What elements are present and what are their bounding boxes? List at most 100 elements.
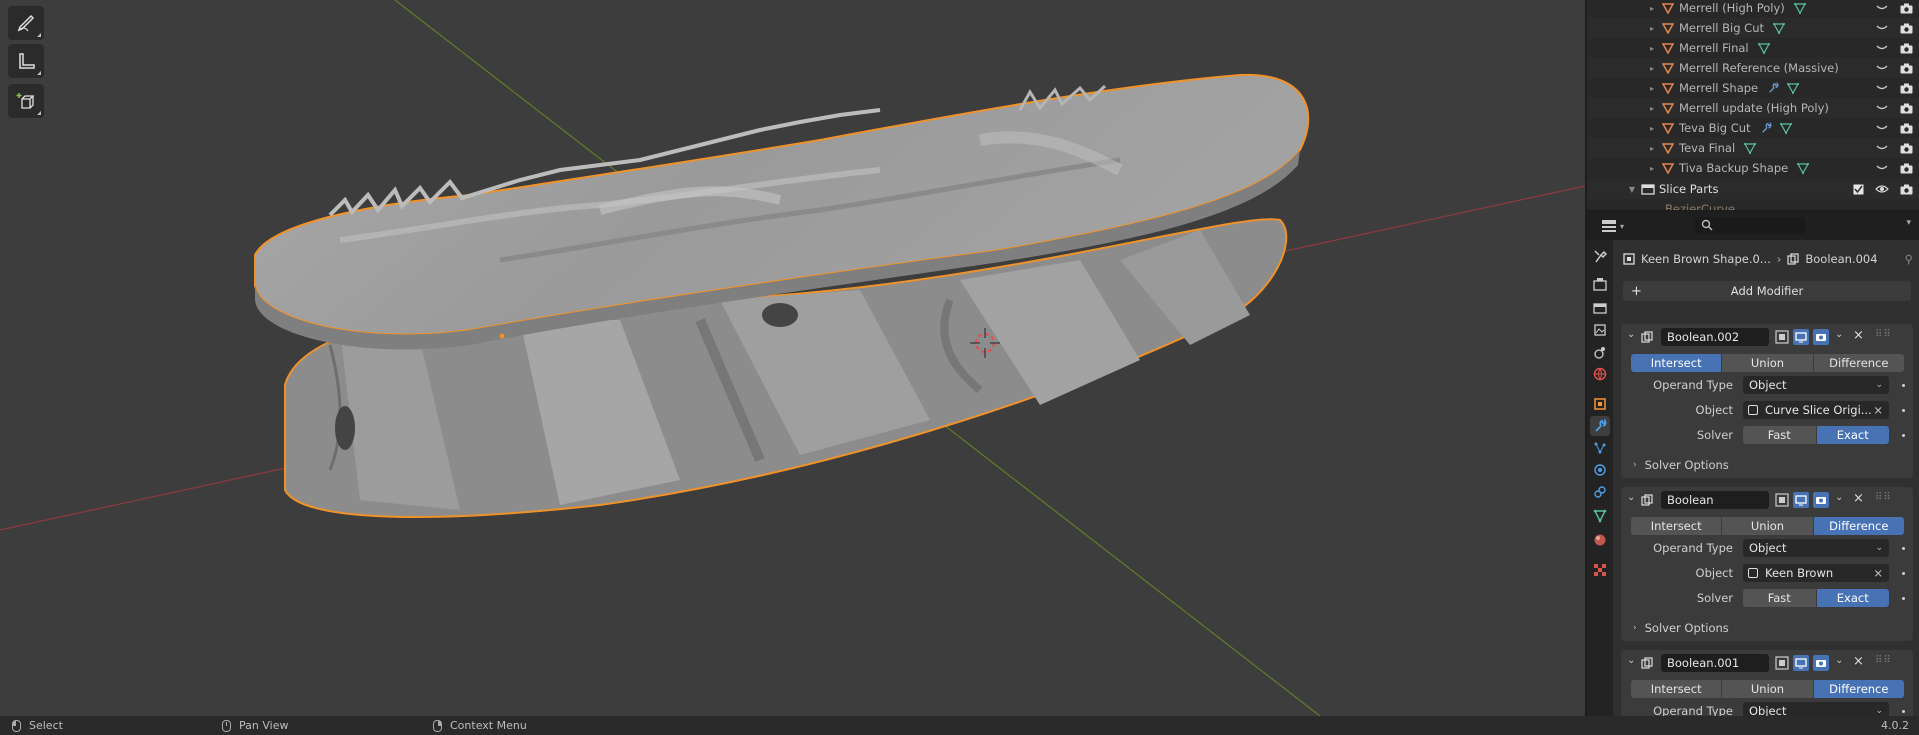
solver-options-subpanel[interactable]: › Solver Options — [1633, 458, 1729, 472]
wrench-icon[interactable] — [1759, 121, 1773, 135]
outliner-row-partial[interactable]: BezierCurve — [1587, 199, 1919, 210]
outliner-item-name[interactable]: BezierCurve — [1665, 202, 1735, 210]
properties-panel[interactable]: ▾ ▾ Keen Brown Shape.0... › Boolean.004 … — [1587, 212, 1919, 716]
scene-render[interactable] — [0, 0, 1585, 716]
camera-icon[interactable] — [1899, 61, 1913, 75]
outliner-item-name[interactable]: Merrell Shape — [1679, 81, 1758, 95]
modifier-name-input[interactable]: Boolean.001 — [1661, 654, 1769, 672]
render-camera-icon[interactable] — [1813, 492, 1829, 508]
add-modifier-button[interactable]: + Add Modifier — [1623, 281, 1911, 301]
expand-arrow-icon[interactable]: ▸ — [1647, 44, 1657, 53]
solver-fast-button[interactable]: Fast — [1743, 426, 1816, 444]
collapse-chevron-icon[interactable]: ⌄ — [1627, 329, 1635, 340]
mesh-icon[interactable] — [1757, 41, 1771, 55]
3d-viewport[interactable] — [0, 0, 1585, 716]
expand-arrow-icon[interactable]: ▸ — [1647, 84, 1657, 93]
eye-closed-icon[interactable] — [1875, 141, 1889, 155]
render-camera-icon[interactable] — [1813, 655, 1829, 671]
expand-arrow-icon[interactable]: ▸ — [1647, 64, 1657, 73]
tab-material[interactable] — [1590, 530, 1610, 550]
solver-options-subpanel[interactable]: › Solver Options — [1633, 621, 1729, 635]
keyframe-dot-icon[interactable] — [1902, 384, 1905, 387]
wrench-icon[interactable] — [1766, 81, 1780, 95]
operand-type-dropdown[interactable]: Object ⌄ — [1743, 376, 1889, 394]
edit-mode-icon[interactable] — [1775, 656, 1789, 670]
operation-union-button[interactable]: Union — [1722, 517, 1813, 535]
outliner-item-name[interactable]: Merrell update (High Poly) — [1679, 101, 1829, 115]
edit-mode-icon[interactable] — [1775, 493, 1789, 507]
camera-icon[interactable] — [1899, 41, 1913, 55]
clear-icon[interactable]: × — [1873, 564, 1883, 582]
eye-closed-icon[interactable] — [1875, 101, 1889, 115]
editor-type-dropdown[interactable]: ▾ — [1601, 218, 1627, 234]
viewport-display-icon[interactable] — [1793, 492, 1809, 508]
drag-handle-icon[interactable]: ⠿⠿ — [1875, 329, 1892, 340]
expand-arrow-icon[interactable]: ▸ — [1647, 104, 1657, 113]
collapse-arrow-icon[interactable]: ▼ — [1627, 185, 1637, 194]
camera-icon[interactable] — [1899, 182, 1913, 196]
drag-handle-icon[interactable]: ⠿⠿ — [1875, 655, 1892, 666]
operation-union-button[interactable]: Union — [1722, 680, 1813, 698]
modifier-header[interactable]: ⌄ Boolean ⌄ × ⠿⠿ — [1621, 487, 1913, 513]
object-field[interactable]: Keen Brown × — [1743, 564, 1889, 582]
drag-handle-icon[interactable]: ⠿⠿ — [1875, 492, 1892, 503]
mesh-icon[interactable] — [1786, 81, 1800, 95]
dropdown-chevron-icon[interactable]: ⌄ — [1835, 329, 1843, 340]
eye-closed-icon[interactable] — [1875, 81, 1889, 95]
solver-exact-button[interactable]: Exact — [1816, 589, 1889, 607]
operation-intersect-button[interactable]: Intersect — [1631, 354, 1722, 372]
camera-icon[interactable] — [1899, 161, 1913, 175]
add-cube-tool[interactable] — [8, 84, 44, 118]
operation-difference-button[interactable]: Difference — [1813, 354, 1904, 372]
operand-type-dropdown[interactable]: Object ⌄ — [1743, 539, 1889, 557]
operation-intersect-button[interactable]: Intersect — [1631, 517, 1722, 535]
edit-mode-icon[interactable] — [1775, 330, 1789, 344]
viewport-display-icon[interactable] — [1793, 329, 1809, 345]
dropdown-chevron-icon[interactable]: ⌄ — [1835, 655, 1843, 666]
outliner-row[interactable]: ▸ Teva Big Cut — [1587, 118, 1919, 138]
outliner-row[interactable]: ▸ Tiva Backup Shape — [1587, 158, 1919, 178]
eye-closed-icon[interactable] — [1875, 1, 1889, 15]
outliner-item-name[interactable]: Tiva Backup Shape — [1679, 161, 1788, 175]
camera-icon[interactable] — [1899, 141, 1913, 155]
expand-arrow-icon[interactable]: ▸ — [1647, 144, 1657, 153]
render-camera-icon[interactable] — [1813, 329, 1829, 345]
keyframe-dot-icon[interactable] — [1902, 710, 1905, 713]
pin-icon[interactable]: ⚲ — [1905, 252, 1913, 266]
eye-closed-icon[interactable] — [1875, 161, 1889, 175]
collapse-chevron-icon[interactable]: ⌄ — [1627, 655, 1635, 666]
keyframe-dot-icon[interactable] — [1902, 572, 1905, 575]
clear-icon[interactable]: × — [1873, 401, 1883, 419]
camera-icon[interactable] — [1899, 81, 1913, 95]
operation-intersect-button[interactable]: Intersect — [1631, 680, 1722, 698]
options-chevron-icon[interactable]: ▾ — [1906, 218, 1911, 228]
keyframe-dot-icon[interactable] — [1902, 597, 1905, 600]
outliner-row[interactable]: ▸ Merrell (High Poly) — [1587, 0, 1919, 18]
mesh-icon[interactable] — [1796, 161, 1810, 175]
viewport-display-icon[interactable] — [1793, 655, 1809, 671]
camera-icon[interactable] — [1899, 101, 1913, 115]
close-icon[interactable]: × — [1853, 654, 1864, 669]
camera-icon[interactable] — [1899, 1, 1913, 15]
mesh-icon[interactable] — [1779, 121, 1793, 135]
outliner-item-name[interactable]: Merrell (High Poly) — [1679, 1, 1785, 15]
expand-arrow-icon[interactable]: ▸ — [1647, 4, 1657, 13]
tab-output[interactable] — [1590, 298, 1610, 318]
tab-data[interactable] — [1590, 506, 1610, 526]
close-icon[interactable]: × — [1853, 491, 1864, 506]
camera-icon[interactable] — [1899, 121, 1913, 135]
mesh-icon[interactable] — [1772, 21, 1786, 35]
operand-type-dropdown[interactable]: Object ⌄ — [1743, 702, 1889, 716]
eye-closed-icon[interactable] — [1875, 61, 1889, 75]
operation-union-button[interactable]: Union — [1722, 354, 1813, 372]
operation-difference-button[interactable]: Difference — [1813, 680, 1904, 698]
outliner-item-name[interactable]: Merrell Big Cut — [1679, 21, 1764, 35]
outliner-item-name[interactable]: Merrell Reference (Massive) — [1679, 61, 1839, 75]
outliner-row[interactable]: ▸ Merrell Big Cut — [1587, 18, 1919, 38]
tab-world[interactable] — [1590, 364, 1610, 384]
tab-constraints[interactable] — [1590, 482, 1610, 502]
modifier-header[interactable]: ⌄ Boolean.002 ⌄ × ⠿⠿ — [1621, 324, 1913, 350]
expand-arrow-icon[interactable]: ▸ — [1647, 24, 1657, 33]
outliner-row[interactable]: ▸ Merrell Reference (Massive) — [1587, 58, 1919, 78]
solver-fast-button[interactable]: Fast — [1743, 589, 1816, 607]
